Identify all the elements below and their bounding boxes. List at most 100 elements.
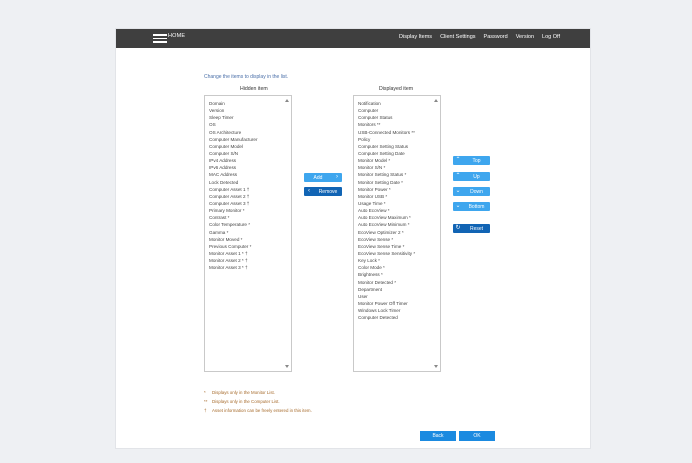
instruction-text: Change the items to display in the list. <box>204 74 289 80</box>
footnote: * Displays only in the Monitor List. <box>204 390 275 395</box>
list-item[interactable]: Monitor Asset 1 * † <box>209 250 287 257</box>
list-item[interactable]: Version <box>209 107 287 114</box>
list-item[interactable]: Computer S/N <box>209 150 287 157</box>
list-item[interactable]: EcoView Sense Sensitivity * <box>358 250 436 257</box>
list-item[interactable]: Notification <box>358 100 436 107</box>
list-item[interactable]: Brightness * <box>358 271 436 278</box>
bottom-button[interactable]: ⌄ Bottom <box>453 202 490 211</box>
list-item[interactable]: Usage Time * <box>358 200 436 207</box>
down-button-label: Down <box>470 188 483 195</box>
list-item[interactable]: Lock Detected <box>209 179 287 186</box>
home-link[interactable]: HOME <box>168 33 185 39</box>
double-chevron-up-icon: ⌃ <box>455 157 461 163</box>
list-item[interactable]: Monitor Power * <box>358 186 436 193</box>
list-item[interactable]: Monitor Setting Date * <box>358 179 436 186</box>
ok-button[interactable]: OK <box>459 431 495 441</box>
list-item[interactable]: User <box>358 293 436 300</box>
list-item[interactable]: Auto EcoView Minimum * <box>358 221 436 228</box>
add-button-label: Add <box>313 174 323 181</box>
nav-password[interactable]: Password <box>484 34 508 40</box>
list-item[interactable]: EcoView Sense * <box>358 236 436 243</box>
scroll-down-arrow-icon[interactable] <box>285 365 289 368</box>
chevron-up-icon: ⌃ <box>455 173 461 179</box>
remove-button-label: Remove <box>318 188 338 195</box>
list-item[interactable]: Monitor Detected * <box>358 279 436 286</box>
list-item[interactable]: OS Architecture <box>209 129 287 136</box>
list-item[interactable]: Policy <box>358 136 436 143</box>
chevron-down-icon: ⌄ <box>455 188 461 194</box>
list-item[interactable]: Monitor Moved * <box>209 236 287 243</box>
list-item[interactable]: Monitors ** <box>358 121 436 128</box>
list-item[interactable]: IPv4 Address <box>209 157 287 164</box>
list-item[interactable]: Auto EcoView Maximum * <box>358 214 436 221</box>
reset-button-label: Reset <box>469 225 484 232</box>
add-button[interactable]: Add › <box>304 173 342 182</box>
nav-links: Display Items Client Settings Password V… <box>399 34 560 40</box>
top-button[interactable]: ⌃ Top <box>453 156 490 165</box>
scroll-down-arrow-icon[interactable] <box>434 365 438 368</box>
footnote: ** Displays only in the Computer List. <box>204 399 280 404</box>
top-button-label: Top <box>472 157 481 164</box>
nav-version[interactable]: Version <box>516 34 534 40</box>
list-item[interactable]: Computer Status <box>358 114 436 121</box>
reset-button[interactable]: ↻ Reset <box>453 224 490 233</box>
list-item[interactable]: Contrast * <box>209 214 287 221</box>
hidden-item-list[interactable]: Domain Version Sleep Timer OS OS Architectur… <box>204 95 292 372</box>
displayed-item-title: Displayed item <box>379 86 414 92</box>
scroll-up-arrow-icon[interactable] <box>285 99 289 102</box>
displayed-item-list[interactable]: Notification Computer Computer Status Monit… <box>353 95 441 372</box>
list-item[interactable]: Color Temperature * <box>209 221 287 228</box>
back-button[interactable]: Back <box>420 431 456 441</box>
list-item[interactable]: Previous Computer * <box>209 243 287 250</box>
top-navbar: HOME Display Items Client Settings Passw… <box>116 29 590 48</box>
scroll-up-arrow-icon[interactable] <box>434 99 438 102</box>
list-item[interactable]: Monitor Asset 2 * † <box>209 257 287 264</box>
bottom-button-label: Bottom <box>468 203 485 210</box>
nav-display-items[interactable]: Display Items <box>399 34 432 40</box>
list-item[interactable]: Monitor Asset 3 * † <box>209 264 287 271</box>
down-button[interactable]: ⌄ Down <box>453 187 490 196</box>
list-item[interactable]: Computer Setting Status <box>358 143 436 150</box>
footnotes: * Displays only in the Monitor List. ** Di… <box>204 388 312 415</box>
list-item[interactable]: Department <box>358 286 436 293</box>
list-item[interactable]: Windows Lock Timer <box>358 307 436 314</box>
list-item[interactable]: EcoView Sense Time * <box>358 243 436 250</box>
list-item[interactable]: IPv6 Address <box>209 164 287 171</box>
list-item[interactable]: Monitor Setting Status * <box>358 171 436 178</box>
double-chevron-down-icon: ⌄ <box>455 203 461 209</box>
list-item[interactable]: Auto EcoView * <box>358 207 436 214</box>
list-item[interactable]: Computer Asset 1 † <box>209 186 287 193</box>
hidden-item-title: Hidden item <box>240 86 268 92</box>
list-item[interactable]: Monitor S/N * <box>358 164 436 171</box>
list-item[interactable]: Computer Asset 2 † <box>209 193 287 200</box>
hamburger-menu-icon[interactable] <box>153 34 167 43</box>
list-item[interactable]: Computer Setting Date <box>358 150 436 157</box>
list-item[interactable]: Computer Model <box>209 143 287 150</box>
list-item[interactable]: Computer Asset 3 † <box>209 200 287 207</box>
nav-client-settings[interactable]: Client Settings <box>440 34 475 40</box>
footnote: † Asset information can be freely entered… <box>204 408 312 413</box>
up-button-label: Up <box>473 173 480 180</box>
list-item[interactable]: USB-Connected Monitors ** <box>358 129 436 136</box>
list-item[interactable]: Monitor Power Off Timer <box>358 300 436 307</box>
refresh-icon: ↻ <box>455 225 461 231</box>
nav-log-off[interactable]: Log Off <box>542 34 560 40</box>
list-item[interactable]: Monitor USB * <box>358 193 436 200</box>
list-item[interactable]: Color Mode * <box>358 264 436 271</box>
up-button[interactable]: ⌃ Up <box>453 172 490 181</box>
list-item[interactable]: EcoView Optimizer 2 * <box>358 229 436 236</box>
list-item[interactable]: MAC Address <box>209 171 287 178</box>
list-item[interactable]: Sleep Timer <box>209 114 287 121</box>
list-item[interactable]: OS <box>209 121 287 128</box>
main-panel: HOME Display Items Client Settings Passw… <box>115 28 591 449</box>
list-item[interactable]: Domain <box>209 100 287 107</box>
list-item[interactable]: Monitor Model * <box>358 157 436 164</box>
list-item[interactable]: Computer <box>358 107 436 114</box>
list-item[interactable]: Key Lock * <box>358 257 436 264</box>
list-item[interactable]: Computer Detected <box>358 314 436 321</box>
list-item[interactable]: Gamma * <box>209 229 287 236</box>
chevron-left-icon: ‹ <box>308 188 310 194</box>
list-item[interactable]: Computer Manufacturer <box>209 136 287 143</box>
remove-button[interactable]: ‹ Remove <box>304 187 342 196</box>
list-item[interactable]: Primary Monitor * <box>209 207 287 214</box>
